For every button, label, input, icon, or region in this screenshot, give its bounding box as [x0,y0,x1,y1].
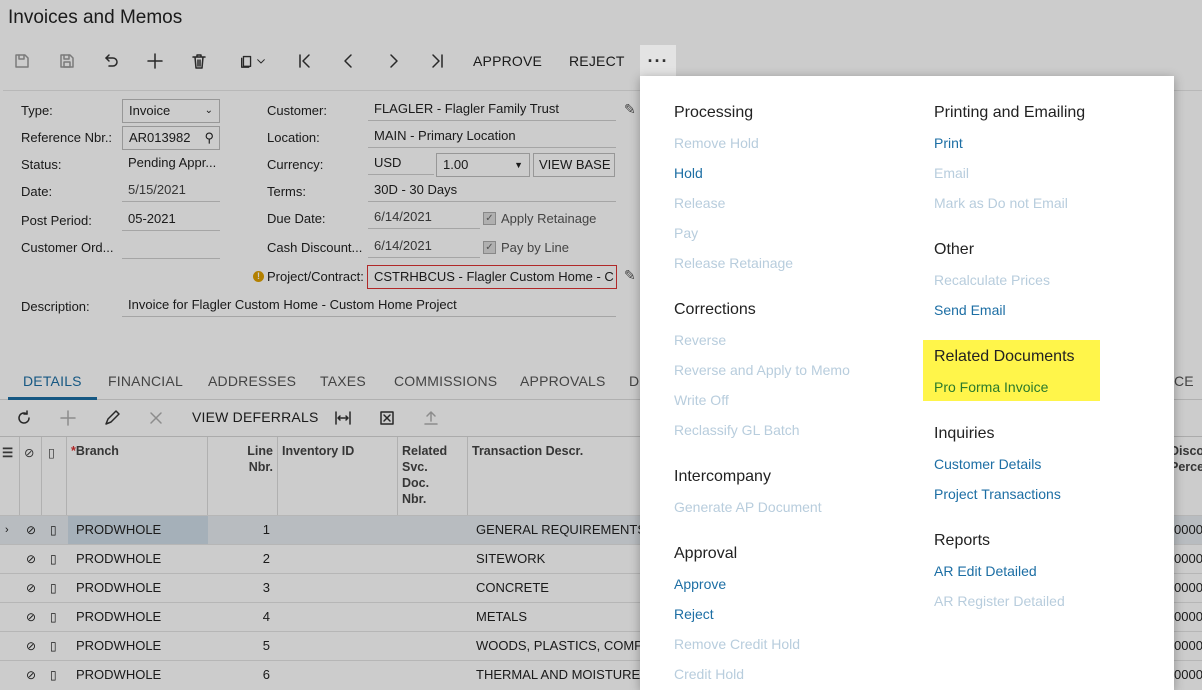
menu-section-related-documents: Related Documents [934,348,1075,365]
menu-item-reject[interactable]: Reject [674,606,714,622]
menu-section-printing-emailing: Printing and Emailing [934,104,1086,121]
more-actions-button[interactable]: ··· [640,45,676,77]
menu-item-remove-hold[interactable]: Remove Hold [674,135,759,151]
menu-item-ar-edit-detailed[interactable]: AR Edit Detailed [934,563,1037,579]
menu-item-customer-details[interactable]: Customer Details [934,456,1041,472]
menu-item-credit-hold[interactable]: Credit Hold [674,666,744,682]
menu-item-pro-forma-invoice[interactable]: Pro Forma Invoice [934,379,1048,395]
menu-item-hold[interactable]: Hold [674,165,703,181]
menu-item-reverse-apply-memo[interactable]: Reverse and Apply to Memo [674,362,850,378]
menu-item-generate-ap-document[interactable]: Generate AP Document [674,499,822,515]
menu-section-reports: Reports [934,532,991,549]
menu-section-processing: Processing [674,104,754,121]
menu-item-email[interactable]: Email [934,165,969,181]
menu-item-reclassify-gl-batch[interactable]: Reclassify GL Batch [674,422,800,438]
menu-item-mark-do-not-email[interactable]: Mark as Do not Email [934,195,1068,211]
menu-section-intercompany: Intercompany [674,468,771,485]
menu-item-release-retainage[interactable]: Release Retainage [674,255,793,271]
menu-section-approval: Approval [674,545,738,562]
menu-item-recalculate-prices[interactable]: Recalculate Prices [934,272,1050,288]
menu-item-release[interactable]: Release [674,195,725,211]
menu-item-project-transactions[interactable]: Project Transactions [934,486,1061,502]
menu-item-print[interactable]: Print [934,135,963,151]
menu-item-pay[interactable]: Pay [674,225,698,241]
menu-item-reverse[interactable]: Reverse [674,332,726,348]
menu-item-ar-register-detailed[interactable]: AR Register Detailed [934,593,1065,609]
menu-item-write-off[interactable]: Write Off [674,392,729,408]
menu-item-approve[interactable]: Approve [674,576,726,592]
menu-section-inquiries: Inquiries [934,425,995,442]
menu-item-send-email[interactable]: Send Email [934,302,1006,318]
menu-item-remove-credit-hold[interactable]: Remove Credit Hold [674,636,800,652]
menu-section-corrections: Corrections [674,301,756,318]
menu-section-other: Other [934,241,975,258]
more-actions-menu: Processing Remove Hold Hold Release Pay … [640,76,1174,690]
